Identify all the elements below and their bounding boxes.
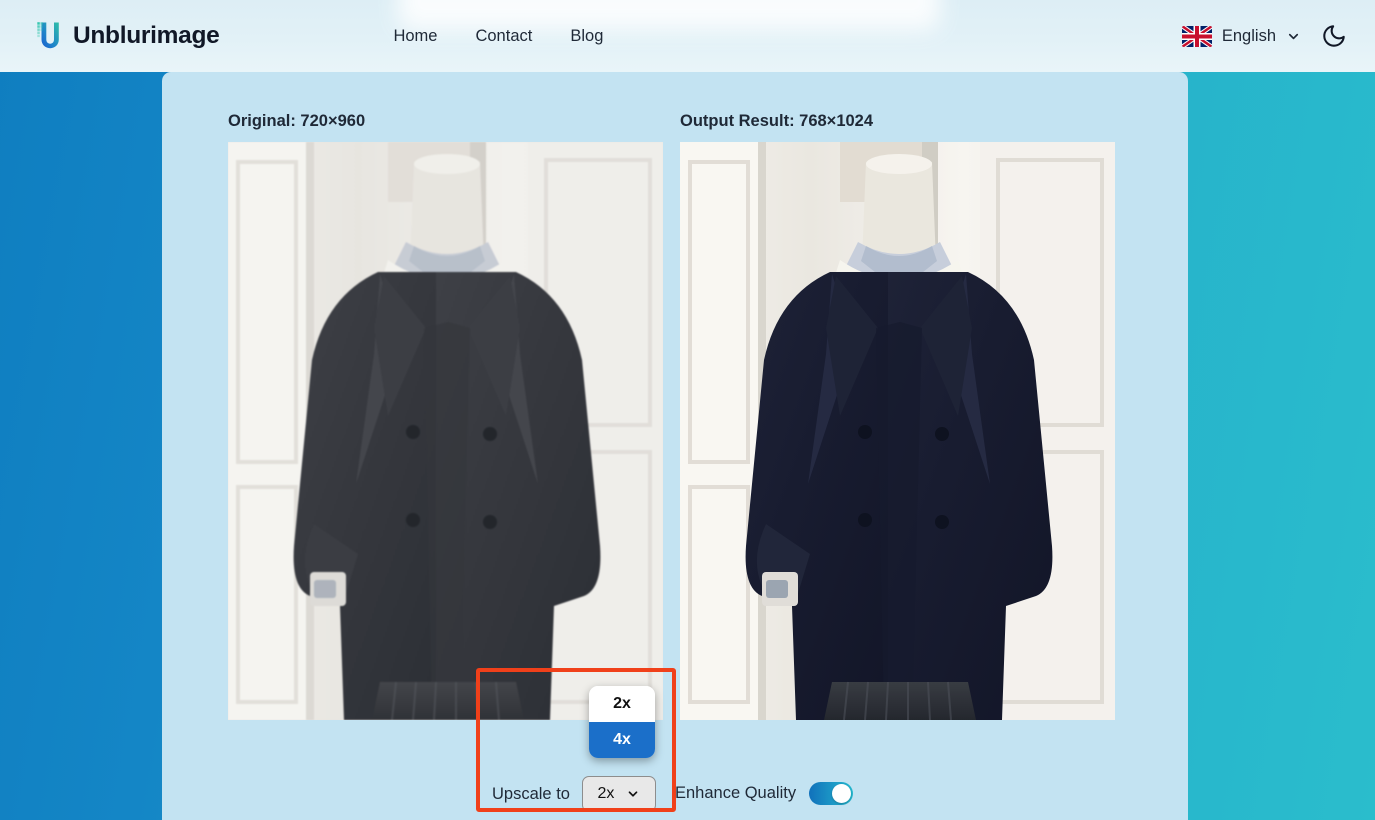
output-photo: K A T H E N S 1983 D S	[680, 142, 1115, 720]
original-image-label: Original: 720×960	[228, 112, 366, 130]
language-selector[interactable]: English	[1181, 25, 1301, 47]
chevron-down-icon	[629, 791, 638, 797]
toggle-knob	[832, 784, 852, 803]
controls-row: Upscale to 2x Enhance Quality	[162, 762, 1188, 820]
enhance-quality-label: Enhance Quality	[675, 784, 797, 802]
brand-name: Unblurimage	[73, 22, 220, 49]
nav-link-home[interactable]: Home	[391, 23, 439, 50]
output-image-label: Output Result: 768×1024	[680, 112, 874, 130]
upscale-label: Upscale to	[492, 784, 570, 803]
enhance-quality-group: Enhance Quality	[675, 782, 854, 805]
chevron-down-icon	[1288, 33, 1299, 39]
upscale-select[interactable]: 2x	[581, 776, 656, 812]
original-image-frame[interactable]: K A T H E N S 1983 D S	[228, 142, 663, 720]
upscale-select-value: 2x	[597, 785, 615, 802]
u-letter-logo-icon	[37, 22, 59, 49]
nav-link-contact[interactable]: Contact	[473, 23, 534, 50]
output-image-frame[interactable]: K A T H E N S 1983 D S	[680, 142, 1115, 720]
nav-link-blog[interactable]: Blog	[568, 23, 605, 50]
site-header: Unblurimage Home Contact Blog English	[0, 0, 1375, 72]
upscale-control-group: Upscale to 2x	[492, 776, 656, 812]
header-right-controls: English	[1181, 0, 1347, 72]
brand-logo-link[interactable]: Unblurimage	[34, 19, 220, 53]
dropdown-option-2x[interactable]: 2x	[589, 686, 655, 722]
enhance-quality-toggle[interactable]	[809, 782, 854, 805]
main-navigation: Home Contact Blog	[391, 23, 605, 50]
comparison-panel: Original: 720×960 Output Result: 768×102…	[162, 72, 1188, 820]
upscale-dropdown-list[interactable]: 2x 4x	[589, 686, 655, 758]
original-photo: K A T H E N S 1983 D S	[228, 142, 663, 720]
uk-flag-icon	[1181, 25, 1212, 47]
dropdown-option-4x[interactable]: 4x	[589, 722, 655, 758]
moon-icon[interactable]	[1321, 23, 1347, 49]
language-label: English	[1221, 26, 1276, 45]
